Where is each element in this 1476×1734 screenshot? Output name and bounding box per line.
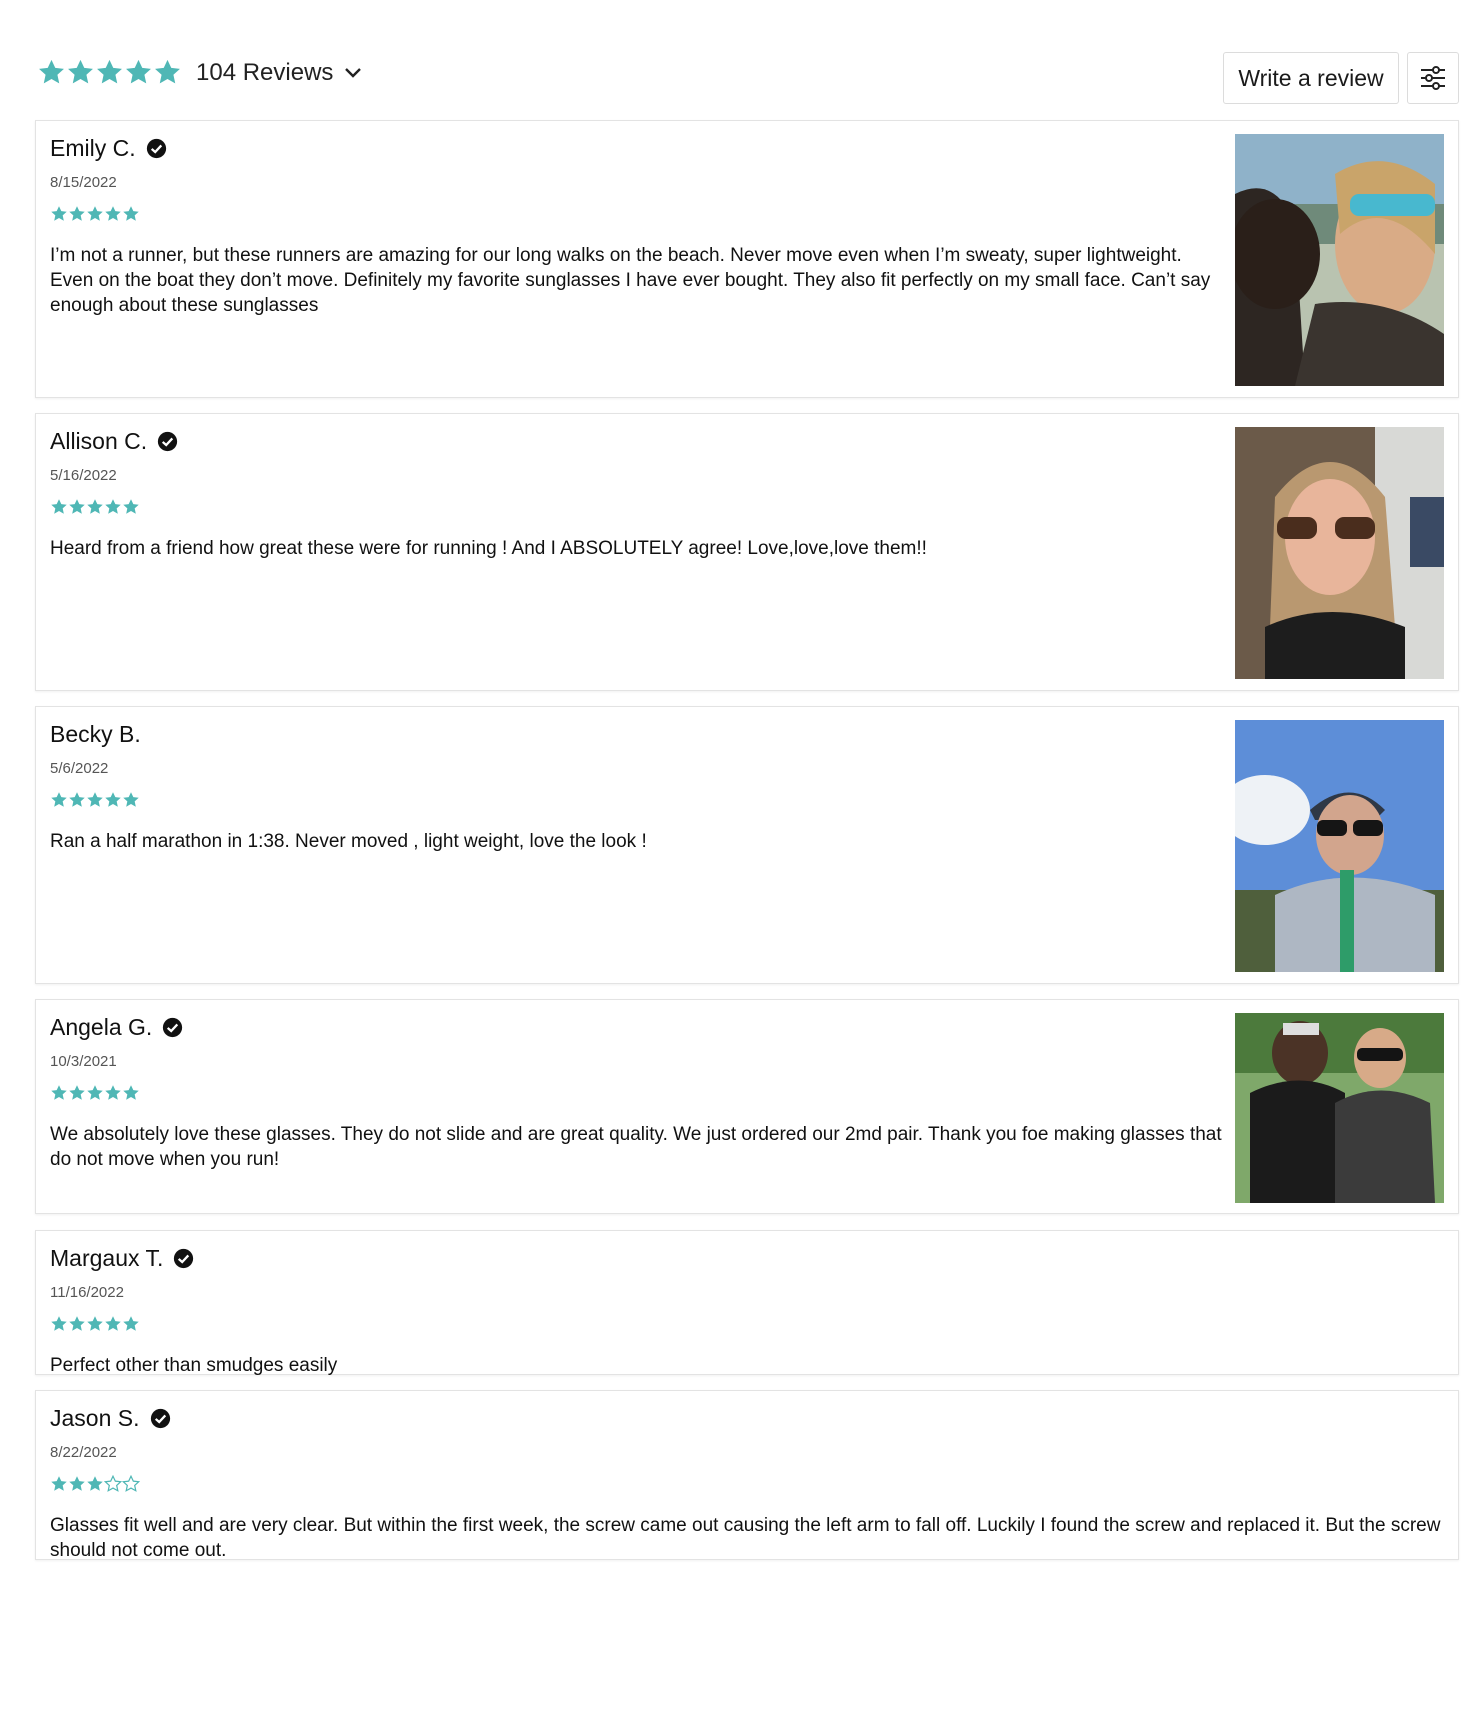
star-icon <box>87 206 103 221</box>
star-icon <box>105 792 121 807</box>
verified-buyer-icon <box>174 1248 194 1269</box>
reviews-widget: 104 Reviews Write a review Emily C. 8/15/… <box>35 0 1459 1561</box>
reviewer-name-row: Angela G. <box>50 1014 1228 1041</box>
review-body: Perfect other than smudges easily <box>50 1355 338 1376</box>
star-outline-icon <box>104 1475 122 1492</box>
star-icon <box>68 59 93 84</box>
star-icon <box>123 499 139 514</box>
reviewer-name-row: Emily C. <box>50 135 1228 162</box>
review-photo[interactable] <box>1235 1013 1444 1203</box>
star-icon <box>87 499 103 514</box>
star-icon <box>123 1316 139 1331</box>
review-rating-stars <box>50 791 1228 811</box>
review-content: Angela G. 10/3/2021 We absolutely love the… <box>50 1014 1228 1172</box>
verified-buyer-icon <box>158 431 178 452</box>
star-icon <box>69 1316 85 1331</box>
review-body: We absolutely love these glasses. They d… <box>50 1124 1222 1170</box>
star-icon <box>105 206 121 221</box>
review-body: Heard from a friend how great these were… <box>50 538 927 559</box>
average-rating-stars <box>37 58 182 87</box>
star-icon <box>51 1085 67 1100</box>
reviewer-name: Jason S. <box>50 1405 140 1431</box>
review-card: Angela G. 10/3/2021 We absolutely love the… <box>35 999 1459 1214</box>
review-card: Allison C. 5/16/2022 Heard from a friend h… <box>35 413 1459 691</box>
reviewer-name-row: Allison C. <box>50 428 1228 455</box>
review-content: Margaux T. 11/16/2022 Perfect other than s… <box>50 1245 1444 1378</box>
reviewer-name: Emily C. <box>50 135 136 161</box>
reviewer-name: Becky B. <box>50 721 141 747</box>
star-icon <box>155 59 180 84</box>
reviewer-name: Margaux T. <box>50 1245 164 1271</box>
review-content: Emily C. 8/15/2022 I’m not a runner, but t… <box>50 135 1228 318</box>
review-photo[interactable] <box>1235 720 1444 972</box>
star-icon <box>69 792 85 807</box>
star-icon <box>105 1085 121 1100</box>
review-card: Emily C. 8/15/2022 I’m not a runner, but t… <box>35 120 1459 398</box>
star-icon <box>126 59 151 84</box>
star-icon <box>123 792 139 807</box>
star-icon <box>87 1316 103 1331</box>
review-rating-stars <box>50 498 1228 518</box>
star-icon <box>69 1085 85 1100</box>
star-icon <box>87 1476 103 1491</box>
review-date: 11/16/2022 <box>50 1284 124 1301</box>
review-card: Becky B. 5/6/2022 Ran a half marathon in 1… <box>35 706 1459 984</box>
star-outline-icon <box>122 1475 140 1492</box>
star-icon <box>69 1476 85 1491</box>
verified-buyer-icon <box>163 1017 183 1038</box>
review-rating-stars <box>50 1315 1444 1335</box>
reviewer-name: Allison C. <box>50 428 148 454</box>
star-icon <box>97 59 122 84</box>
review-card: Margaux T. 11/16/2022 Perfect other than s… <box>35 1230 1459 1378</box>
filter-button[interactable] <box>1407 52 1459 104</box>
review-content: Jason S. 8/22/2022 Glasses fit well and ar… <box>50 1405 1444 1563</box>
write-review-label: Write a review <box>1238 64 1384 91</box>
review-body: Ran a half marathon in 1:38. Never moved… <box>50 831 647 852</box>
review-body: Glasses fit well and are very clear. But… <box>50 1515 1441 1561</box>
star-icon <box>123 1085 139 1100</box>
sliders-icon <box>1421 66 1445 90</box>
star-icon <box>87 792 103 807</box>
verified-buyer-icon <box>146 138 166 159</box>
write-review-button[interactable]: Write a review <box>1223 52 1399 104</box>
review-date: 8/15/2022 <box>50 174 117 191</box>
star-icon <box>87 1085 103 1100</box>
review-date: 5/16/2022 <box>50 467 117 484</box>
review-content: Allison C. 5/16/2022 Heard from a friend h… <box>50 428 1228 561</box>
reviewer-name: Angela G. <box>50 1014 153 1040</box>
star-icon <box>123 206 139 221</box>
review-count: 104 Reviews <box>196 58 334 86</box>
review-photo[interactable] <box>1235 427 1444 679</box>
star-icon <box>51 1316 67 1331</box>
reviews-summary-toggle[interactable]: 104 Reviews <box>37 58 363 87</box>
star-icon <box>51 1476 67 1491</box>
review-rating-stars <box>50 205 1228 225</box>
star-icon <box>69 206 85 221</box>
reviewer-name-row: Jason S. <box>50 1405 1444 1432</box>
star-icon <box>51 499 67 514</box>
review-photo[interactable] <box>1235 134 1444 386</box>
review-content: Becky B. 5/6/2022 Ran a half marathon in 1… <box>50 721 1228 854</box>
chevron-down-icon <box>345 67 362 78</box>
star-icon <box>105 1316 121 1331</box>
review-body: I’m not a runner, but these runners are … <box>50 245 1211 316</box>
review-date: 8/22/2022 <box>50 1444 117 1461</box>
star-icon <box>69 499 85 514</box>
review-date: 5/6/2022 <box>50 760 109 777</box>
star-icon <box>105 499 121 514</box>
star-icon <box>51 792 67 807</box>
reviewer-name-row: Margaux T. <box>50 1245 1444 1272</box>
star-icon <box>39 59 64 84</box>
review-rating-stars <box>50 1084 1228 1104</box>
reviews-header: 104 Reviews Write a review <box>35 0 1459 130</box>
review-rating-stars <box>50 1475 1444 1495</box>
star-icon <box>51 206 67 221</box>
review-date: 10/3/2021 <box>50 1053 117 1070</box>
reviewer-name-row: Becky B. <box>50 721 1228 748</box>
verified-buyer-icon <box>150 1408 170 1429</box>
review-card: Jason S. 8/22/2022 Glasses fit well and ar… <box>35 1390 1459 1563</box>
